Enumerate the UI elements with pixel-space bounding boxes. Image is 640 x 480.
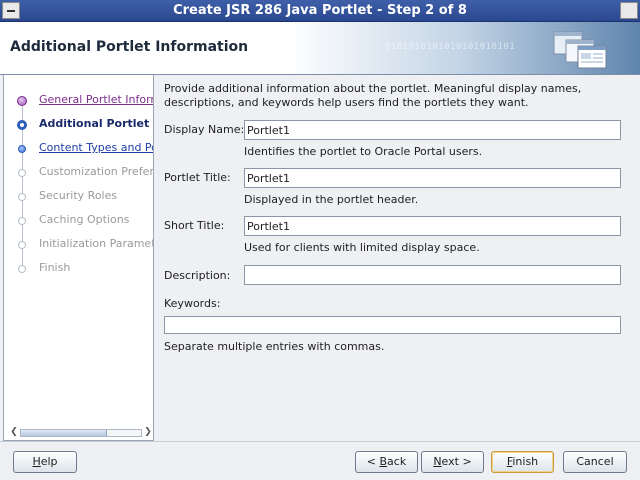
scroll-right-icon[interactable]: ❯ (143, 427, 153, 438)
short-title-input[interactable] (244, 216, 621, 236)
display-name-label: Display Name: (164, 123, 245, 136)
scrollbar-track[interactable] (20, 429, 142, 437)
step-available-icon (18, 145, 26, 153)
next-button[interactable]: Next > (421, 451, 484, 473)
step-caching-options: Caching Options (4, 211, 153, 229)
step-general-portlet-information[interactable]: General Portlet Informa (4, 91, 153, 109)
page-title: Additional Portlet Information (10, 39, 249, 55)
step-disabled-icon (18, 241, 26, 249)
button-bar-separator (0, 441, 640, 442)
step-label: General Portlet Informa (39, 93, 153, 106)
back-button[interactable]: < Back (355, 451, 418, 473)
short-title-label: Short Title: (164, 219, 225, 232)
step-label: Additional Portlet Info (39, 117, 153, 130)
window-close-button[interactable] (620, 2, 638, 19)
steps-horizontal-scrollbar[interactable]: ❮ ❯ (9, 427, 153, 438)
help-button[interactable]: Help (13, 451, 77, 473)
step-disabled-icon (18, 169, 26, 177)
keywords-input[interactable] (164, 316, 621, 334)
step-content-types[interactable]: Content Types and Po (4, 139, 154, 157)
display-name-input[interactable] (244, 120, 621, 140)
display-name-hint: Identifies the portlet to Oracle Portal … (244, 145, 483, 158)
window-title: Create JSR 286 Java Portlet - Step 2 of … (173, 3, 467, 18)
portlet-title-hint: Displayed in the portlet header. (244, 193, 419, 206)
portlet-title-input[interactable] (244, 168, 621, 188)
window-title-bar[interactable]: Create JSR 286 Java Portlet - Step 2 of … (0, 0, 640, 22)
header-binary-decoration: 0101010101010101010101 (385, 42, 516, 52)
step-finish: Finish (4, 259, 153, 277)
scrollbar-thumb[interactable] (21, 430, 107, 436)
step-customization-preferences: Customization Prefere (4, 163, 154, 181)
step-label: Initialization Paramete (39, 237, 154, 250)
step-label: Finish (39, 261, 71, 274)
step-disabled-icon (18, 193, 26, 201)
description-label: Description: (164, 269, 231, 282)
step-disabled-icon (18, 265, 26, 273)
step-initialization-parameters: Initialization Paramete (4, 235, 154, 253)
portlet-title-label: Portlet Title: (164, 171, 231, 184)
finish-button[interactable]: Finish (491, 451, 554, 473)
description-input[interactable] (244, 265, 621, 285)
short-title-hint: Used for clients with limited display sp… (244, 241, 480, 254)
keywords-hint: Separate multiple entries with commas. (164, 340, 385, 353)
step-label: Security Roles (39, 189, 118, 202)
wizard-steps-panel: General Portlet Informa Additional Portl… (3, 75, 154, 441)
wizard-header: Additional Portlet Information 010101010… (0, 22, 640, 75)
portlet-pages-icon (553, 31, 607, 69)
keywords-label: Keywords: (164, 297, 221, 310)
scroll-left-icon[interactable]: ❮ (9, 427, 19, 438)
step-additional-portlet-information[interactable]: Additional Portlet Info (4, 115, 153, 133)
step-label: Customization Prefere (39, 165, 154, 178)
step-current-icon (17, 120, 27, 130)
step-done-icon (17, 96, 27, 106)
step-security-roles: Security Roles (4, 187, 153, 205)
cancel-button[interactable]: Cancel (563, 451, 627, 473)
step-disabled-icon (18, 217, 26, 225)
form-panel: Provide additional information about the… (154, 75, 640, 441)
step-label: Caching Options (39, 213, 130, 226)
intro-text: Provide additional information about the… (164, 82, 582, 109)
step-label: Content Types and Po (39, 141, 154, 154)
